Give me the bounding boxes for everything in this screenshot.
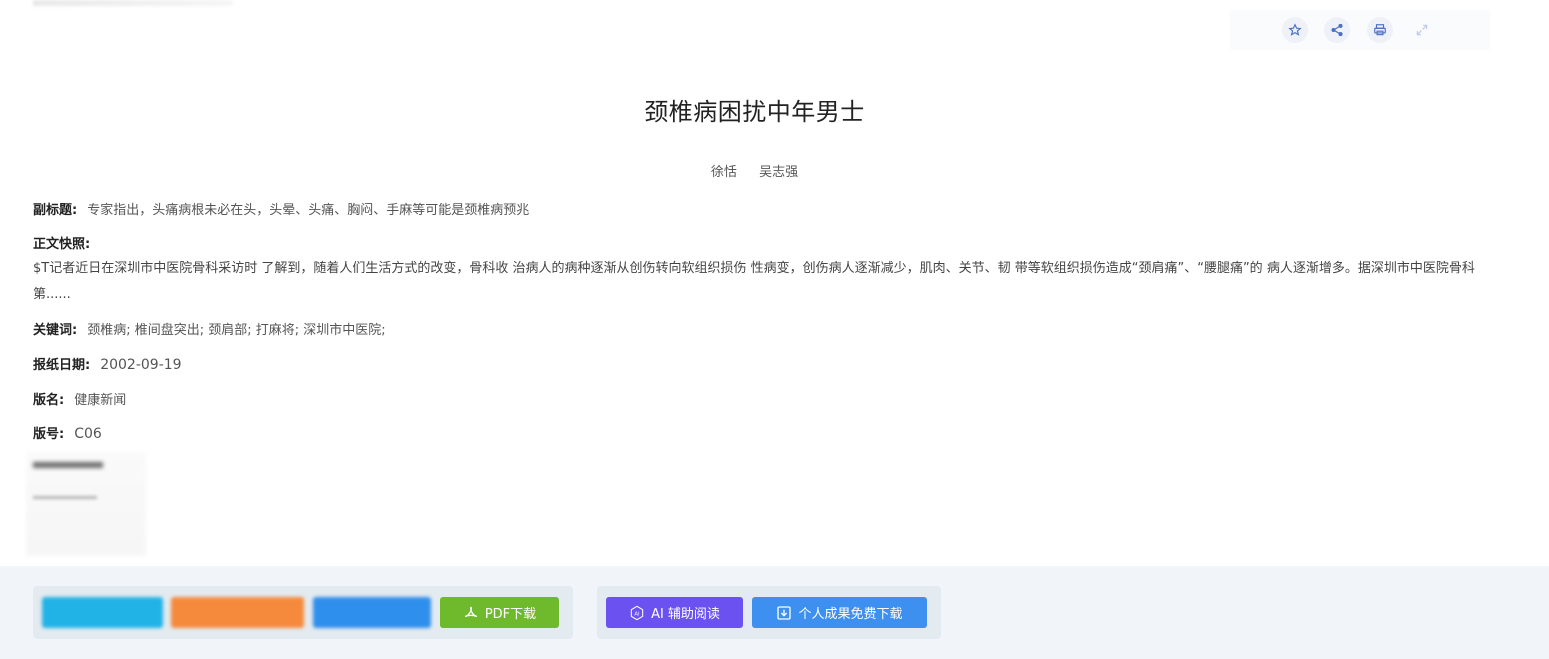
download-group-secondary: AI AI 辅助阅读 个人成果免费下载 <box>597 586 941 639</box>
download-icon <box>777 605 792 620</box>
personal-download-button[interactable]: 个人成果免费下载 <box>752 597 927 628</box>
pdf-download-label: PDF下载 <box>484 607 537 622</box>
edition-no-row: 版号: C06 <box>33 423 102 442</box>
edition-no-label: 版号: <box>33 427 65 442</box>
edition-name-label: 版名: <box>33 393 65 408</box>
subtitle-label: 副标题: <box>33 203 78 218</box>
author-link[interactable]: 徐恬 <box>711 165 737 180</box>
blurred-download-button[interactable] <box>313 597 431 628</box>
article-title: 颈椎病困扰中年男士 <box>644 98 865 126</box>
article-toolbar <box>1230 10 1490 50</box>
star-icon[interactable] <box>1282 17 1308 43</box>
snapshot-label: 正文快照: <box>33 237 91 252</box>
personal-download-label: 个人成果免费下载 <box>798 607 903 622</box>
pdf-icon <box>464 606 477 617</box>
keywords-value[interactable]: 颈椎病; 椎间盘突出; 颈肩部; 打麻将; 深圳市中医院; <box>87 323 385 338</box>
pdf-download-button[interactable]: PDF下载 <box>440 597 559 628</box>
edition-name-value: 健康新闻 <box>74 393 127 408</box>
subtitle-value: 专家指出，头痛病根未必在头，头晕、头痛、胸闷、手麻等可能是颈椎病预兆 <box>87 203 530 218</box>
print-icon[interactable] <box>1367 17 1393 43</box>
date-row: 报纸日期: 2002-09-19 <box>33 354 182 373</box>
blurred-download-button[interactable] <box>171 597 304 628</box>
share-icon[interactable] <box>1324 17 1350 43</box>
download-footer: PDF下载 AI AI 辅助阅读 个人成果免费下载 <box>0 566 1549 659</box>
date-value: 2002-09-19 <box>100 357 182 373</box>
date-label: 报纸日期: <box>33 358 91 373</box>
expand-icon[interactable] <box>1409 17 1435 43</box>
svg-text:AI: AI <box>634 611 640 617</box>
keywords-row: 关键词: 颈椎病; 椎间盘突出; 颈肩部; 打麻将; 深圳市中医院; <box>33 319 386 338</box>
page: 颈椎病困扰中年男士 徐恬 吴志强 副标题: 专家指出，头痛病根未必在头，头晕、头痛… <box>0 0 1549 659</box>
blurred-download-button[interactable] <box>42 597 163 628</box>
blurred-text <box>33 462 103 468</box>
download-group-primary: PDF下载 <box>33 586 573 639</box>
keywords-label: 关键词: <box>33 323 78 338</box>
blurred-text <box>33 496 97 499</box>
subtitle-row: 副标题: 专家指出，头痛病根未必在头，头晕、头痛、胸闷、手麻等可能是颈椎病预兆 <box>33 199 529 218</box>
blurred-breadcrumb <box>33 0 233 6</box>
ai-icon: AI <box>630 605 644 620</box>
ai-reading-button[interactable]: AI AI 辅助阅读 <box>606 597 743 628</box>
ai-reading-label: AI 辅助阅读 <box>651 607 720 622</box>
snapshot-text: $T记者近日在深圳市中医院骨科采访时 了解到，随着人们生活方式的改变，骨科收 治… <box>33 261 1475 302</box>
edition-name-row: 版名: 健康新闻 <box>33 389 126 408</box>
author-link[interactable]: 吴志强 <box>759 165 798 180</box>
author-list: 徐恬 吴志强 <box>0 161 1509 180</box>
edition-no-value: C06 <box>74 426 102 442</box>
